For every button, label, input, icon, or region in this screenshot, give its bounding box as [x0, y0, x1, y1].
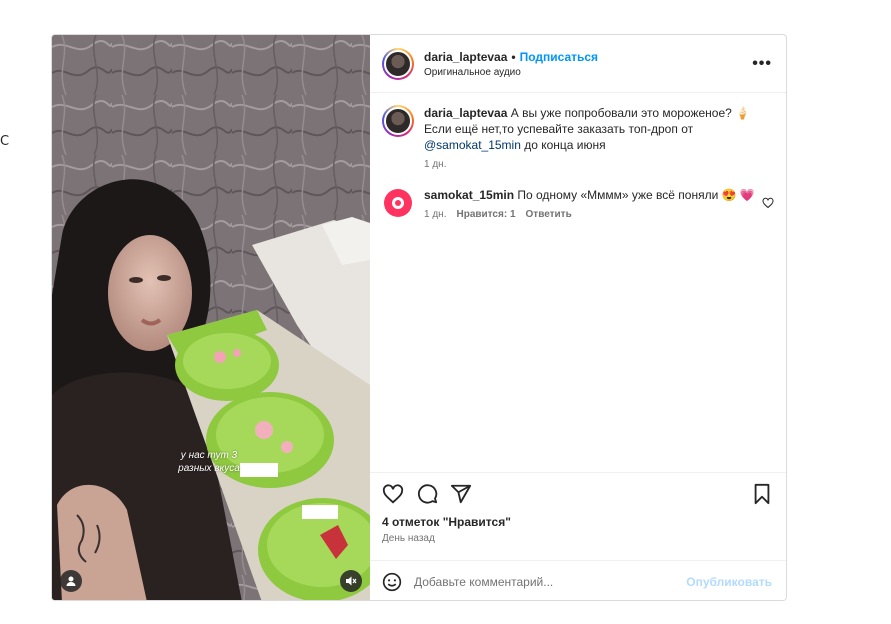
bookmark-icon[interactable] — [752, 483, 772, 505]
share-icon[interactable] — [450, 483, 472, 505]
separator: • — [511, 49, 516, 64]
add-comment-bar: Добавьте комментарий... Опубликовать — [370, 560, 786, 600]
caption: daria_laptevaa А вы уже попробовали это … — [382, 105, 772, 173]
video-frame — [52, 35, 370, 600]
publish-button[interactable]: Опубликовать — [686, 575, 772, 589]
comment-input[interactable]: Добавьте комментарий... — [414, 575, 686, 589]
mute-icon — [346, 576, 357, 586]
post-details: daria_laptevaa • Подписаться Оригинально… — [370, 35, 786, 600]
audio-link[interactable]: Оригинальное аудио — [424, 67, 752, 78]
avatar[interactable] — [382, 47, 414, 80]
comment-time[interactable]: 1 дн. — [424, 207, 446, 223]
comment-username[interactable]: samokat_15min — [424, 188, 514, 202]
post-modal: у нас тут 3 разных вкуса daria_laptevaa … — [51, 34, 787, 601]
avatar[interactable] — [382, 105, 414, 137]
action-bar: 4 отметок "Нравится" День назад — [370, 472, 786, 560]
comment-text: По одному «Мммм» уже всё поняли 😍 💗 — [517, 188, 755, 202]
post-video[interactable]: у нас тут 3 разных вкуса — [52, 35, 370, 600]
edge-letter: С — [0, 134, 10, 149]
heart-icon[interactable] — [382, 483, 404, 505]
caption-text-after: до конца июня — [520, 138, 606, 152]
user-tag-button[interactable] — [60, 570, 82, 592]
mute-button[interactable] — [340, 570, 362, 592]
user-tag-icon — [66, 576, 76, 586]
likes-count[interactable]: 4 отметок "Нравится" — [382, 515, 772, 529]
video-caption: у нас тут 3 разных вкуса — [178, 450, 240, 474]
caption-time[interactable]: 1 дн. — [424, 157, 446, 173]
comment-like-icon[interactable] — [762, 197, 774, 209]
comments-list: daria_laptevaa А вы уже попробовали это … — [370, 93, 786, 472]
more-icon[interactable]: ••• — [752, 55, 772, 73]
caption-mention[interactable]: @samokat_15min — [424, 138, 521, 152]
post-header: daria_laptevaa • Подписаться Оригинально… — [370, 35, 786, 93]
comment-icon[interactable] — [416, 483, 438, 505]
comment-likes[interactable]: Нравится: 1 — [456, 207, 515, 223]
follow-button[interactable]: Подписаться — [520, 50, 598, 64]
author-username[interactable]: daria_laptevaa — [424, 50, 507, 64]
reply-button[interactable]: Ответить — [526, 207, 572, 223]
comment-item: samokat_15min По одному «Мммм» уже всё п… — [382, 187, 772, 223]
commenter-avatar[interactable] — [384, 189, 412, 217]
post-date[interactable]: День назад — [382, 533, 772, 544]
caption-username[interactable]: daria_laptevaa — [424, 106, 507, 120]
emoji-icon[interactable] — [382, 572, 402, 592]
